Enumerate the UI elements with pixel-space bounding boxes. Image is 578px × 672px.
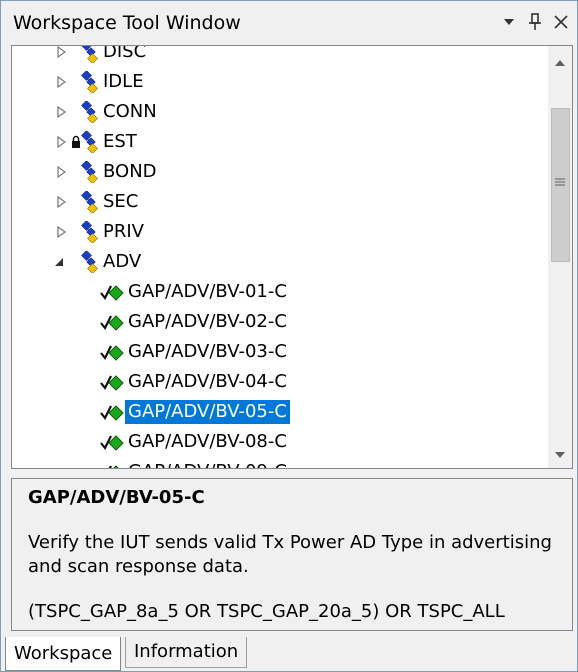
close-icon: [554, 15, 568, 29]
test-group-icon: [81, 101, 98, 123]
tree-test-label: GAP/ADV/BV-02-C: [128, 311, 287, 332]
scroll-down-icon: [555, 452, 565, 458]
tab-workspace[interactable]: Workspace: [5, 637, 122, 671]
scroll-grip-icon: [555, 178, 565, 186]
tree-test-case[interactable]: GAP/ADV/BV-08-C: [12, 427, 547, 457]
tree-test-label: GAP/ADV/BV-04-C: [128, 371, 287, 392]
tree-group-conn[interactable]: CONN: [12, 97, 547, 127]
pin-button[interactable]: [524, 10, 546, 34]
expand-triangle-icon[interactable]: [55, 135, 67, 149]
tree-group-bond[interactable]: BOND: [12, 157, 547, 187]
bottom-tabs: Workspace Information: [1, 637, 577, 671]
tree-test-case[interactable]: GAP/ADV/BV-01-C: [12, 277, 547, 307]
tree-test-case[interactable]: GAP/ADV/BV-04-C: [12, 367, 547, 397]
expand-triangle-icon[interactable]: [55, 165, 67, 179]
workspace-tool-window: Workspace Tool Window DISC IDLE CONN EST BON…: [0, 0, 578, 672]
test-group-icon: [81, 221, 98, 243]
test-case-check-icon: [100, 315, 124, 331]
close-button[interactable]: [550, 10, 572, 34]
tree-test-label: GAP/ADV/BV-03-C: [128, 341, 287, 362]
tree-group-priv[interactable]: PRIV: [12, 217, 547, 247]
tree-test-label: GAP/ADV/BV-09-C: [125, 460, 290, 468]
title-bar: Workspace Tool Window: [1, 1, 577, 44]
tree-test-case[interactable]: GAP/ADV/BV-05-C: [12, 397, 547, 427]
scroll-up-icon: [555, 60, 565, 66]
tree-test-label: GAP/ADV/BV-08-C: [128, 431, 287, 452]
tab-information[interactable]: Information: [125, 637, 248, 668]
tree-test-case[interactable]: GAP/ADV/BV-03-C: [12, 337, 547, 367]
description-body: Verify the IUT sends valid Tx Power AD T…: [28, 532, 552, 577]
tree-group-est[interactable]: EST: [12, 127, 547, 157]
test-group-icon: [81, 46, 98, 63]
tree-group-adv[interactable]: ADV: [12, 247, 547, 277]
tree-test-label: GAP/ADV/BV-01-C: [128, 281, 287, 302]
chevron-down-icon: [504, 19, 514, 25]
test-case-check-icon: [100, 345, 124, 361]
tree-group-label: EST: [103, 131, 137, 152]
description-panel: GAP/ADV/BV-05-C Verify the IUT sends val…: [11, 478, 573, 631]
expand-triangle-icon[interactable]: [55, 195, 67, 209]
collapse-triangle-icon[interactable]: [53, 255, 65, 269]
expand-triangle-icon[interactable]: [55, 75, 67, 89]
tree-group-label: ADV: [103, 251, 142, 272]
tree-test-label-selected: GAP/ADV/BV-05-C: [125, 400, 290, 424]
test-case-check-icon: [100, 285, 124, 301]
tree-group-sec[interactable]: SEC: [12, 187, 547, 217]
test-group-icon: [81, 131, 98, 153]
expand-triangle-icon[interactable]: [55, 225, 67, 239]
tree-group-label: SEC: [103, 191, 139, 212]
tree-group-label: DISC: [103, 45, 147, 62]
test-case-check-icon: [100, 375, 124, 391]
tree-group-label: IDLE: [103, 71, 144, 92]
scroll-thumb[interactable]: [551, 108, 570, 262]
description-title: GAP/ADV/BV-05-C: [28, 487, 205, 508]
tree-group-label: PRIV: [103, 221, 144, 242]
vertical-scrollbar[interactable]: [548, 46, 572, 468]
description-condition: (TSPC_GAP_8a_5 OR TSPC_GAP_20a_5) OR TSP…: [28, 601, 505, 622]
tree-test-case[interactable]: GAP/ADV/BV-02-C: [12, 307, 547, 337]
test-group-icon: [81, 71, 98, 93]
expand-triangle-icon[interactable]: [55, 105, 67, 119]
test-case-check-icon: [100, 435, 124, 451]
test-group-icon: [81, 191, 98, 213]
pin-icon: [529, 13, 541, 30]
scroll-down-button[interactable]: [548, 444, 572, 466]
scroll-up-button[interactable]: [548, 52, 572, 74]
window-menu-button[interactable]: [498, 10, 520, 34]
expand-triangle-icon[interactable]: [55, 45, 67, 59]
tree-rows: DISC IDLE CONN EST BOND SEC PRIV ADV GAP/ADV/BV-…: [12, 45, 547, 468]
tree-test-case[interactable]: GAP/ADV/BV-09-C: [12, 457, 547, 468]
test-case-check-icon: [100, 405, 124, 421]
test-group-icon: [81, 251, 98, 273]
test-tree-view[interactable]: DISC IDLE CONN EST BOND SEC PRIV ADV GAP/ADV/BV-…: [11, 45, 573, 469]
tree-group-label: BOND: [103, 161, 157, 182]
tree-group-label: CONN: [103, 101, 157, 122]
window-title: Workspace Tool Window: [13, 12, 241, 34]
test-case-check-icon: [108, 465, 119, 468]
tree-group-idle[interactable]: IDLE: [12, 67, 547, 97]
test-group-icon: [81, 161, 98, 183]
tree-group-disc[interactable]: DISC: [12, 45, 547, 67]
